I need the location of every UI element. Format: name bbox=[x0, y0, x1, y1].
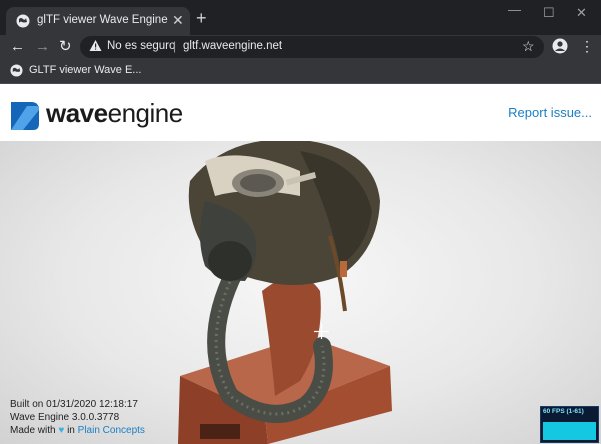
warning-icon bbox=[89, 40, 102, 51]
made-with-line: Made with ♥ in Plain Concepts bbox=[10, 425, 145, 436]
wave-engine-logo-icon[interactable] bbox=[9, 98, 41, 132]
site-header: waveengine Report issue... bbox=[0, 84, 601, 141]
report-issue-link[interactable]: Report issue... bbox=[508, 105, 592, 120]
bookmarks-bar: GLTF viewer Wave E... bbox=[0, 59, 601, 84]
plain-concepts-link[interactable]: Plain Concepts bbox=[78, 425, 145, 436]
engine-version: Wave Engine 3.0.0.3778 bbox=[10, 412, 120, 423]
globe-icon bbox=[10, 64, 23, 77]
browser-toolbar: ← → ↻ No es seguro | gltf.waveengine.net… bbox=[0, 35, 601, 59]
security-label[interactable]: No es seguro bbox=[107, 40, 175, 52]
fps-label: 60 FPS (1-61) bbox=[543, 408, 584, 415]
minimize-icon[interactable]: — bbox=[508, 3, 521, 16]
globe-icon bbox=[16, 14, 30, 28]
web-page: waveengine Report issue... Built on 01/3… bbox=[0, 84, 601, 444]
heart-icon: ♥ bbox=[58, 425, 65, 436]
fps-graph bbox=[543, 422, 596, 440]
tab-title: glTF viewer Wave Engine bbox=[37, 14, 168, 26]
url-text[interactable]: gltf.waveengine.net bbox=[183, 40, 282, 52]
profile-avatar-icon[interactable] bbox=[552, 38, 568, 54]
wave-engine-logo-text: waveengine bbox=[46, 98, 183, 128]
crosshair-icon bbox=[314, 324, 329, 339]
reload-icon[interactable]: ↻ bbox=[59, 38, 72, 56]
browser-tab-strip: glTF viewer Wave Engine ✕ + — ☐ ✕ bbox=[0, 0, 601, 35]
maximize-icon[interactable]: ☐ bbox=[543, 6, 555, 19]
address-separator: | bbox=[173, 39, 177, 53]
build-info: Built on 01/31/2020 12:18:17 Wave Engine… bbox=[10, 398, 145, 437]
3d-viewport[interactable]: Built on 01/31/2020 12:18:17 Wave Engine… bbox=[0, 141, 601, 444]
bookmark-star-icon[interactable]: ☆ bbox=[522, 38, 535, 55]
address-bar[interactable]: No es seguro | gltf.waveengine.net ☆ bbox=[80, 36, 544, 58]
more-menu-icon[interactable]: ⋮ bbox=[580, 37, 594, 55]
window-close-icon[interactable]: ✕ bbox=[576, 6, 587, 19]
fps-counter: 60 FPS (1-61) bbox=[540, 406, 599, 443]
new-tab-icon[interactable]: + bbox=[196, 9, 207, 27]
bookmark-item[interactable]: GLTF viewer Wave E... bbox=[29, 64, 141, 76]
browser-tab[interactable]: glTF viewer Wave Engine ✕ bbox=[6, 7, 190, 35]
forward-arrow-icon[interactable]: → bbox=[35, 38, 50, 56]
build-date: Built on 01/31/2020 12:18:17 bbox=[10, 399, 138, 410]
tab-close-icon[interactable]: ✕ bbox=[172, 12, 184, 28]
back-arrow-icon[interactable]: ← bbox=[10, 38, 25, 56]
